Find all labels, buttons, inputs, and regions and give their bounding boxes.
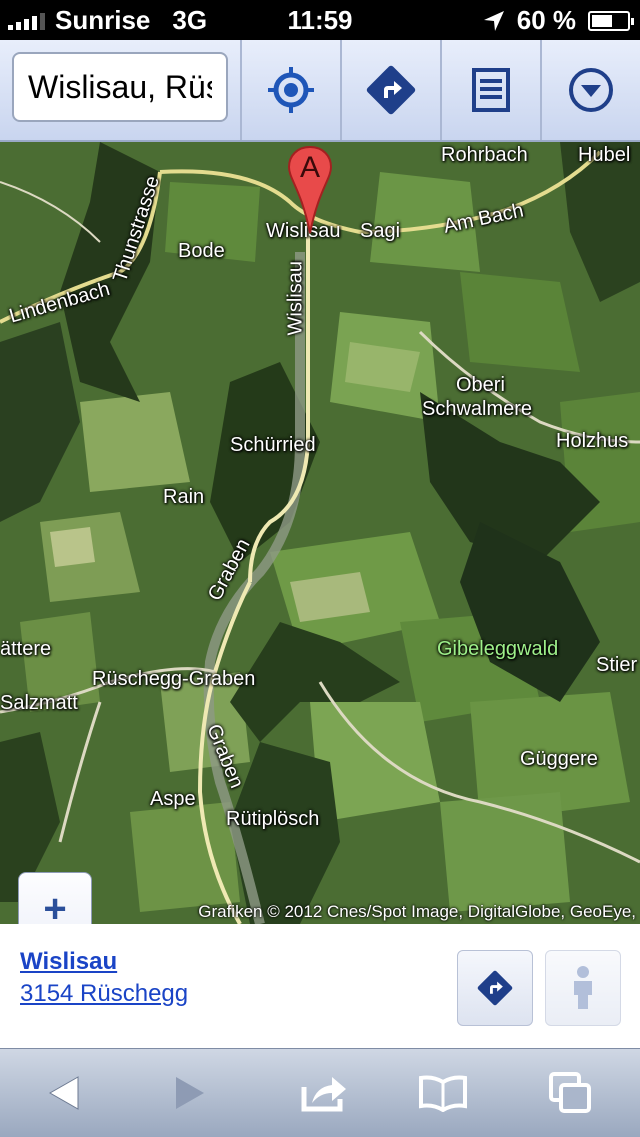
my-location-button[interactable]: [240, 40, 340, 140]
map-marker-a[interactable]: A: [287, 145, 333, 235]
status-right: 60 %: [483, 5, 634, 36]
place-name-link[interactable]: Wislisau: [20, 948, 117, 976]
battery-percent: 60 %: [516, 5, 576, 35]
map-label: Schürried: [230, 434, 316, 456]
zoom-controls: + −: [18, 872, 92, 924]
marker-letter: A: [300, 151, 320, 184]
back-arrow-icon: [48, 1076, 79, 1110]
share-icon: [301, 1077, 346, 1112]
satellite-imagery: [0, 142, 640, 924]
forward-arrow-icon: [176, 1077, 204, 1109]
map-label: Aspe: [150, 788, 196, 810]
search-input[interactable]: [14, 54, 226, 120]
menu-dropdown-button[interactable]: [540, 40, 640, 140]
directions-icon: [477, 970, 513, 1006]
back-button[interactable]: [34, 1063, 94, 1123]
map-label: Rüschegg-Graben: [92, 668, 256, 690]
map-label: Wislisau: [284, 261, 307, 336]
map-label: Holzhus: [556, 430, 629, 452]
battery-icon: [588, 10, 634, 31]
location-arrow-icon: [483, 10, 504, 31]
map-label: Oberi: [456, 374, 505, 396]
place-info-panel: Wislisau 3154 Rüschegg: [0, 924, 640, 1048]
map-attribution: Grafiken © 2012 Cnes/Spot Image, Digital…: [198, 902, 636, 921]
map-label: Bode: [178, 240, 225, 262]
place-directions-button[interactable]: [457, 950, 533, 1026]
map-label: Güggere: [520, 748, 598, 770]
search-box[interactable]: [12, 52, 228, 122]
list-view-button[interactable]: [440, 40, 540, 140]
battery-fill: [592, 14, 613, 27]
map-label: Stier: [596, 654, 638, 676]
list-icon: [472, 68, 510, 112]
map-view[interactable]: Rohrbach Hubel Wislisau Sagi Am Bach Bod…: [0, 142, 640, 924]
map-label: Sagi: [360, 220, 401, 242]
map-label: ättere: [0, 638, 52, 660]
share-button[interactable]: [294, 1063, 354, 1123]
bookmarks-button[interactable]: [413, 1063, 473, 1123]
tabs-icon: [549, 1072, 591, 1113]
chevron-down-circle-icon: [569, 68, 613, 112]
map-label: Hubel: [578, 144, 631, 166]
map-label: Gibeleggwald: [437, 638, 559, 660]
street-view-button[interactable]: [545, 950, 621, 1026]
pegman-icon: [574, 966, 592, 1009]
map-label: Rütiplösch: [226, 808, 320, 830]
directions-icon: [366, 65, 416, 115]
maps-toolbar: [0, 40, 640, 142]
forward-button[interactable]: [160, 1063, 220, 1123]
tabs-button[interactable]: [540, 1063, 600, 1123]
book-icon: [419, 1075, 467, 1112]
map-label: Schwalmere: [422, 398, 533, 420]
status-bar: Sunrise 3G 11:59 60 %: [0, 0, 640, 40]
map-label: Rain: [163, 486, 205, 508]
browser-toolbar: [0, 1048, 640, 1137]
directions-button[interactable]: [340, 40, 440, 140]
zoom-in-button[interactable]: +: [19, 873, 91, 924]
crosshair-location-icon: [268, 67, 314, 113]
place-address-link[interactable]: 3154 Rüschegg: [20, 980, 188, 1008]
map-label: Salzmatt: [0, 692, 78, 714]
map-label: Rohrbach: [441, 144, 528, 166]
